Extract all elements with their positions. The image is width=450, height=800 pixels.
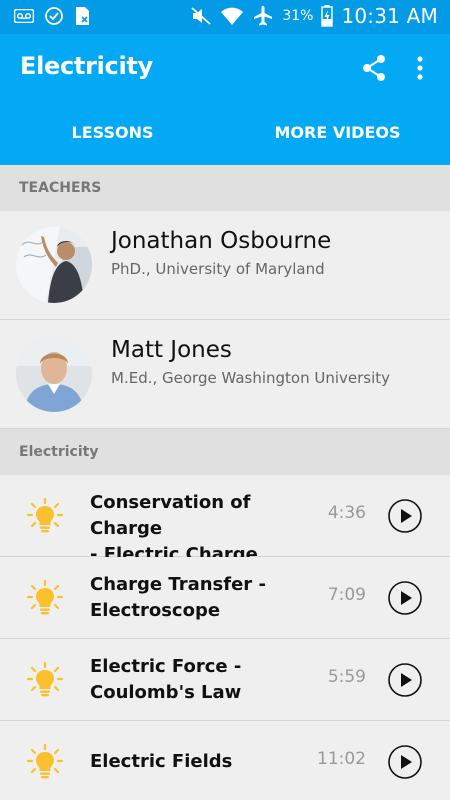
teacher-photo bbox=[16, 227, 92, 303]
check-circle-icon bbox=[45, 7, 63, 25]
avatar bbox=[16, 227, 92, 303]
tab-bar: LESSONS MORE VIDEOS bbox=[0, 100, 450, 265]
share-icon bbox=[363, 55, 385, 81]
share-button[interactable] bbox=[358, 52, 390, 84]
section-header-teachers: TEACHERS bbox=[0, 165, 450, 211]
teacher-photo bbox=[16, 336, 92, 412]
voicemail-icon bbox=[14, 9, 34, 23]
battery-charging-icon bbox=[321, 5, 334, 27]
lesson-duration: 4:36 bbox=[327, 503, 366, 523]
lesson-title-line: Electric Force - bbox=[90, 656, 242, 677]
lightbulb-icon bbox=[26, 497, 64, 533]
play-icon[interactable] bbox=[387, 744, 423, 780]
app-bar: Electricity bbox=[0, 34, 450, 100]
status-right-icons: 31% 10:31 AM bbox=[190, 4, 438, 28]
teacher-name: Jonathan Osbourne bbox=[111, 228, 332, 254]
tab-lessons[interactable]: LESSONS bbox=[0, 100, 225, 165]
battery-percent: 31% bbox=[282, 8, 314, 24]
play-icon[interactable] bbox=[387, 662, 423, 698]
lesson-duration: 11:02 bbox=[317, 749, 366, 769]
play-icon[interactable] bbox=[387, 498, 423, 534]
lightbulb-icon bbox=[26, 661, 64, 697]
lightbulb-icon bbox=[26, 743, 64, 779]
lesson-duration: 7:09 bbox=[327, 585, 366, 605]
section-header-electricity: Electricity bbox=[0, 429, 450, 475]
lesson-title-line: Conservation of Charge bbox=[90, 492, 251, 539]
lesson-title-line: Coulomb's Law bbox=[90, 682, 242, 703]
lesson-title-line: Electric Fields bbox=[90, 751, 233, 772]
teacher-row[interactable]: Matt Jones M.Ed., George Washington Univ… bbox=[0, 320, 450, 429]
tab-more-videos[interactable]: MORE VIDEOS bbox=[225, 100, 450, 165]
lesson-duration: 5:59 bbox=[327, 667, 366, 687]
lesson-title: Electric Fields bbox=[90, 749, 322, 775]
lightbulb-icon bbox=[26, 579, 64, 615]
airplane-icon bbox=[254, 6, 273, 26]
lesson-row[interactable]: Electric Force - Coulomb's Law 5:59 bbox=[0, 639, 450, 721]
sim-off-icon bbox=[76, 7, 89, 25]
clock: 10:31 AM bbox=[341, 4, 438, 28]
lesson-row[interactable]: Charge Transfer - Electroscope 7:09 bbox=[0, 557, 450, 639]
status-left-icons bbox=[14, 6, 92, 26]
status-bar: 31% 10:31 AM bbox=[0, 0, 450, 34]
mute-icon bbox=[191, 7, 211, 25]
lesson-row[interactable]: Conservation of Charge - Electric Charge… bbox=[0, 475, 450, 565]
lesson-title-line: Electroscope bbox=[90, 600, 221, 621]
lesson-title-line: Charge Transfer - bbox=[90, 574, 266, 595]
play-icon[interactable] bbox=[387, 580, 423, 616]
lesson-title: Charge Transfer - Electroscope bbox=[90, 572, 322, 624]
teacher-name: Matt Jones bbox=[111, 337, 232, 363]
lesson-title: Electric Force - Coulomb's Law bbox=[90, 654, 322, 706]
avatar bbox=[16, 336, 92, 412]
teacher-credential: PhD., University of Maryland bbox=[111, 260, 325, 278]
more-vert-icon bbox=[417, 56, 423, 80]
more-options-button[interactable] bbox=[406, 52, 434, 84]
teacher-row[interactable]: Jonathan Osbourne PhD., University of Ma… bbox=[0, 211, 450, 320]
app-title: Electricity bbox=[20, 52, 153, 80]
lesson-row[interactable]: Electric Fields 11:02 bbox=[0, 721, 450, 800]
teacher-credential: M.Ed., George Washington University bbox=[111, 369, 391, 387]
wifi-icon bbox=[221, 7, 244, 25]
